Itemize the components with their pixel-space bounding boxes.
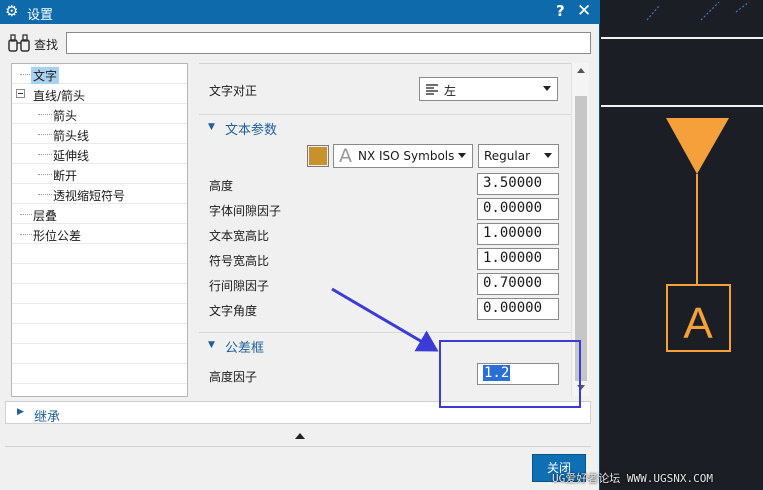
- datum-letter: A: [683, 299, 713, 348]
- annotation-highlight-box: [439, 340, 581, 408]
- annotation-arrow: [331, 287, 439, 352]
- watermark: UG爱好者论坛 WWW.UGSNX.COM: [552, 472, 713, 485]
- cad-canvas[interactable]: A: [601, 0, 763, 490]
